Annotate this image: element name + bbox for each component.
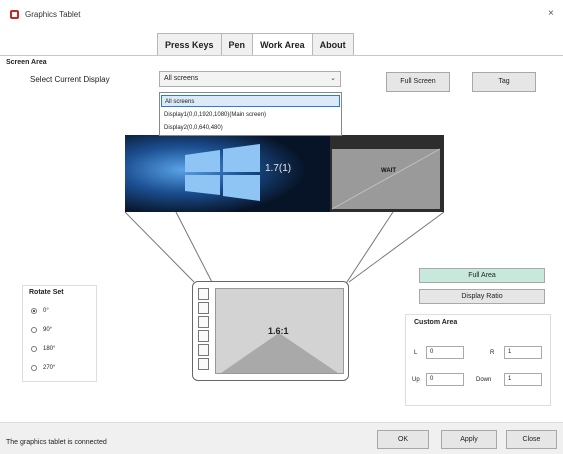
rotate-90-label: 90°: [43, 327, 53, 333]
custom-l-label: L: [414, 350, 418, 356]
custom-r-input[interactable]: 1: [504, 346, 542, 359]
close-button[interactable]: Close: [506, 430, 557, 449]
rotate-0-label: 0°: [43, 308, 49, 314]
rotate-set-group: Rotate Set 0° 90° 180° 270°: [22, 285, 97, 382]
rotate-90-radio[interactable]: [31, 327, 37, 333]
custom-down-label: Down: [476, 377, 492, 383]
express-key: [198, 330, 209, 342]
display-ratio-button[interactable]: Display Ratio: [419, 289, 545, 304]
status-bar: The graphics tablet is connected OK Appl…: [0, 422, 563, 454]
connection-status: The graphics tablet is connected: [6, 439, 107, 446]
express-key: [198, 288, 209, 300]
screen-preview: 1.7(1) WAIT: [125, 135, 444, 212]
custom-area-heading: Custom Area: [414, 319, 458, 326]
tablet-express-keys: [198, 288, 209, 374]
custom-area-group: Custom Area L 0 R 1 Up 0 Down 1: [405, 314, 551, 406]
dropdown-option-display1[interactable]: Display1(0,0,1920,1080)(Main screen): [161, 109, 340, 121]
express-key: [198, 344, 209, 356]
custom-r-label: R: [490, 350, 495, 356]
rotate-180-radio[interactable]: [31, 346, 37, 352]
express-key: [198, 358, 209, 370]
apply-button[interactable]: Apply: [441, 430, 497, 449]
custom-down-input[interactable]: 1: [504, 373, 542, 386]
ok-button[interactable]: OK: [377, 430, 429, 449]
rotate-set-heading: Rotate Set: [29, 289, 64, 296]
rotate-180-label: 180°: [43, 346, 56, 352]
express-key: [198, 302, 209, 314]
custom-l-input[interactable]: 0: [426, 346, 464, 359]
tablet-ratio-label: 1.6:1: [268, 326, 289, 336]
rotate-270-radio[interactable]: [31, 365, 37, 371]
rotate-0-radio[interactable]: [31, 308, 37, 314]
display-dropdown-list: All screens Display1(0,0,1920,1080)(Main…: [159, 92, 342, 136]
screen-ratio-label: 1.7(1): [265, 163, 292, 174]
custom-up-label: Up: [412, 377, 420, 383]
second-screen-label: WAIT: [381, 168, 396, 174]
custom-up-input[interactable]: 0: [426, 373, 464, 386]
tablet-work-area[interactable]: 1.6:1: [215, 288, 344, 374]
full-area-button[interactable]: Full Area: [419, 268, 545, 283]
express-key: [198, 316, 209, 328]
rotate-270-label: 270°: [43, 365, 56, 371]
dropdown-option-all-screens[interactable]: All screens: [161, 95, 340, 107]
dropdown-option-display2[interactable]: Display2(0,0,640,480): [161, 122, 340, 134]
